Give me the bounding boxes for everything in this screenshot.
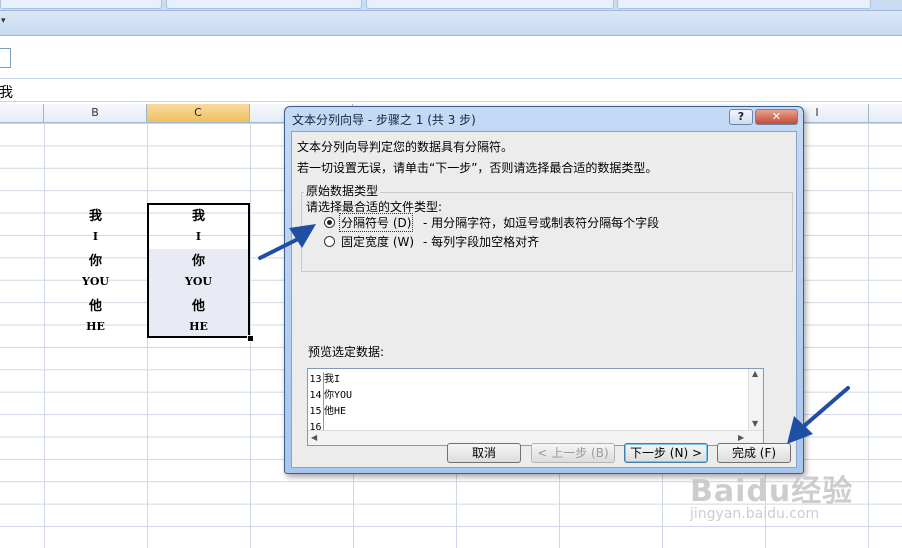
column-header-c[interactable]: C <box>147 104 250 122</box>
quick-access-bar: ▾ <box>0 11 902 36</box>
help-button[interactable]: ? <box>729 109 753 125</box>
fill-handle[interactable] <box>247 335 254 342</box>
preview-line-number: 15 <box>308 404 324 420</box>
back-button[interactable]: < 上一步 (B) <box>531 443 615 463</box>
scroll-right-icon[interactable]: ▶ <box>738 433 744 442</box>
preview-line-number: 14 <box>308 388 324 404</box>
intro-text-2: 若一切设置无误，请单击“下一步”，否则请选择最合适的数据类型。 <box>297 161 658 175</box>
ribbon-button[interactable] <box>166 0 362 9</box>
dialog-titlebar[interactable]: 文本分列向导 - 步骤之 1 (共 3 步) ? ✕ <box>285 107 803 129</box>
preview-row: 14 你YOU <box>308 388 738 404</box>
finish-button[interactable]: 完成 (F) <box>717 443 791 463</box>
preview-line-text: 我I <box>324 374 341 385</box>
next-button[interactable]: 下一步 (N) > <box>624 443 708 463</box>
option-fixed-width-desc: - 每列字段加空格对齐 <box>423 235 540 249</box>
option-fixed-width-label[interactable]: 固定宽度 (W) <box>341 233 414 250</box>
cell-b-wo[interactable]: 我 I <box>44 207 147 247</box>
option-delimited-label[interactable]: 分隔符号 (D) <box>339 213 414 232</box>
dropdown-arrow-icon[interactable]: ▾ <box>1 16 6 26</box>
preview-vertical-scrollbar[interactable]: ▲ ▼ <box>748 369 763 431</box>
scroll-up-icon[interactable]: ▲ <box>752 369 758 378</box>
scroll-left-icon[interactable]: ◀ <box>311 433 317 442</box>
radio-delimited[interactable] <box>324 217 335 228</box>
cell-text-zh: 我 <box>88 209 102 224</box>
group-title: 原始数据类型 <box>304 182 381 199</box>
preview-label: 预览选定数据: <box>308 345 385 359</box>
formula-content: 我 <box>0 85 13 101</box>
text-to-columns-dialog: 文本分列向导 - 步骤之 1 (共 3 步) ? ✕ 文本分列向导判定您的数据具… <box>284 106 804 474</box>
cell-text-en: HE <box>86 320 105 333</box>
preview-box[interactable]: 13 我I 14 你YOU 15 他HE 16 ▲ ▼ ◀ ▶ <box>307 368 764 446</box>
dialog-title: 文本分列向导 - 步骤之 1 (共 3 步) <box>292 113 476 127</box>
ribbon-button[interactable] <box>366 0 614 9</box>
cell-text-zh: 他 <box>88 299 102 314</box>
preview-row: 13 我I <box>308 372 738 388</box>
watermark-logo: Baidu经验 <box>690 474 854 509</box>
radio-fixed-width[interactable] <box>324 236 335 247</box>
selected-range-border <box>147 203 250 338</box>
preview-line-text: 你YOU <box>324 390 353 401</box>
scroll-down-icon[interactable]: ▼ <box>752 419 758 428</box>
close-button[interactable]: ✕ <box>755 109 798 125</box>
dialog-body: 文本分列向导判定您的数据具有分隔符。 若一切设置无误，请单击“下一步”，否则请选… <box>291 131 797 468</box>
intro-text-1: 文本分列向导判定您的数据具有分隔符。 <box>297 140 514 154</box>
preview-row: 15 他HE <box>308 404 738 420</box>
cell-b-ni[interactable]: 你 YOU <box>44 252 147 292</box>
toolbar-area <box>0 36 902 79</box>
option-delimited-desc: - 用分隔字符，如逗号或制表符分隔每个字段 <box>423 216 660 230</box>
ribbon-tabs-strip <box>0 0 902 11</box>
column-header-b[interactable]: B <box>44 104 147 122</box>
cell-b-ta[interactable]: 他 HE <box>44 297 147 337</box>
cell-text-zh: 你 <box>88 254 102 269</box>
cell-text-en: I <box>92 230 99 243</box>
column-header-a[interactable] <box>0 104 44 122</box>
cell-text-en: YOU <box>81 275 110 288</box>
baidu-watermark: Baidu经验 jingyan.baidu.com <box>690 466 853 522</box>
cancel-button[interactable]: 取消 <box>447 443 521 463</box>
preview-line-number: 13 <box>308 372 324 388</box>
column-header-j[interactable] <box>869 104 902 122</box>
preview-line-text: 他HE <box>324 406 347 417</box>
ribbon-button[interactable] <box>0 0 162 9</box>
name-box[interactable] <box>0 48 11 68</box>
formula-bar[interactable]: 我 <box>0 79 902 102</box>
ribbon-button[interactable] <box>617 0 871 9</box>
